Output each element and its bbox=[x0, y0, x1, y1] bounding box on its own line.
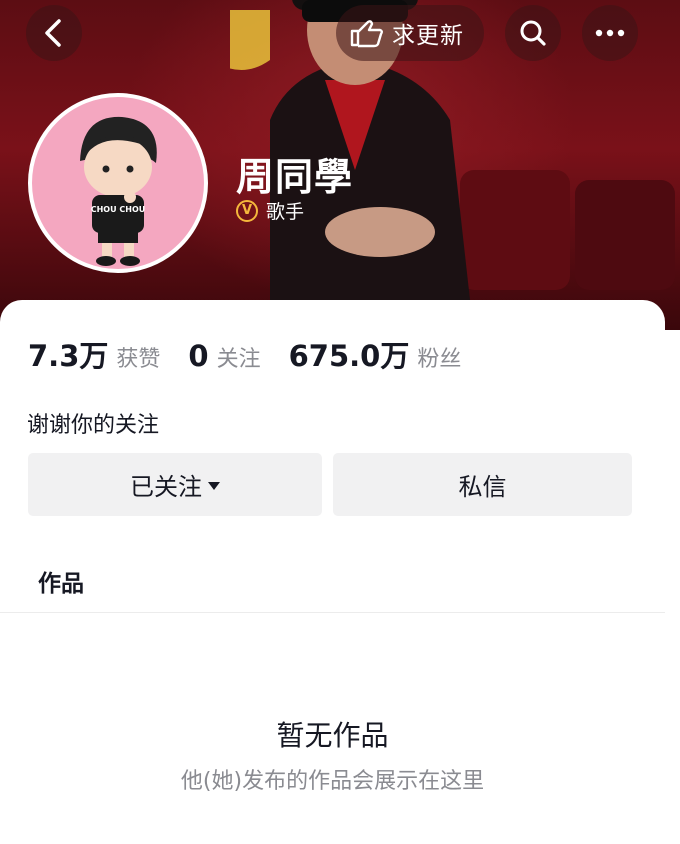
verified-badge-icon: V bbox=[236, 199, 258, 222]
empty-state-title: 暂无作品 bbox=[276, 719, 389, 752]
tab-works[interactable]: 作品 bbox=[38, 564, 84, 598]
empty-state-description: 他(她)发布的作品会展示在这里 bbox=[180, 769, 485, 794]
profile-role: V 歌手 bbox=[236, 197, 304, 224]
likes-label[interactable]: 获赞 bbox=[116, 341, 160, 373]
avatar-figure-image: CHOU CHOU bbox=[80, 116, 157, 266]
search-icon bbox=[520, 20, 546, 46]
pointing-hand-icon bbox=[350, 20, 383, 48]
request-update-button[interactable]: 求更新 bbox=[336, 5, 484, 61]
divider bbox=[0, 612, 665, 613]
role-label: 歌手 bbox=[266, 201, 305, 223]
profile-bio: 谢谢你的关注 bbox=[27, 413, 160, 438]
following-count[interactable]: 0 bbox=[188, 339, 208, 373]
profile-name: 周同學 bbox=[236, 155, 354, 199]
more-options-button[interactable] bbox=[582, 5, 638, 61]
message-button-label: 私信 bbox=[458, 473, 507, 501]
background-seats-image bbox=[460, 170, 675, 290]
following-button-label: 已关注 bbox=[130, 473, 202, 501]
followers-count[interactable]: 675.0万 bbox=[289, 333, 410, 375]
likes-count[interactable]: 7.3万 bbox=[28, 333, 108, 375]
more-dots-icon bbox=[595, 29, 625, 37]
back-button[interactable] bbox=[26, 5, 82, 61]
svg-text:CHOU CHOU: CHOU CHOU bbox=[91, 205, 146, 214]
request-update-label: 求更新 bbox=[392, 23, 464, 49]
stats-row: 7.3万 获赞 0 关注 675.0万 粉丝 bbox=[28, 333, 489, 375]
followers-label[interactable]: 粉丝 bbox=[417, 341, 461, 373]
following-button[interactable]: 已关注 bbox=[28, 453, 322, 516]
search-button[interactable] bbox=[505, 5, 561, 61]
chevron-left-icon bbox=[45, 19, 61, 47]
caret-down-icon bbox=[208, 481, 220, 490]
following-label[interactable]: 关注 bbox=[217, 341, 261, 373]
avatar[interactable]: CHOU CHOU bbox=[28, 93, 208, 273]
message-button[interactable]: 私信 bbox=[333, 453, 632, 516]
